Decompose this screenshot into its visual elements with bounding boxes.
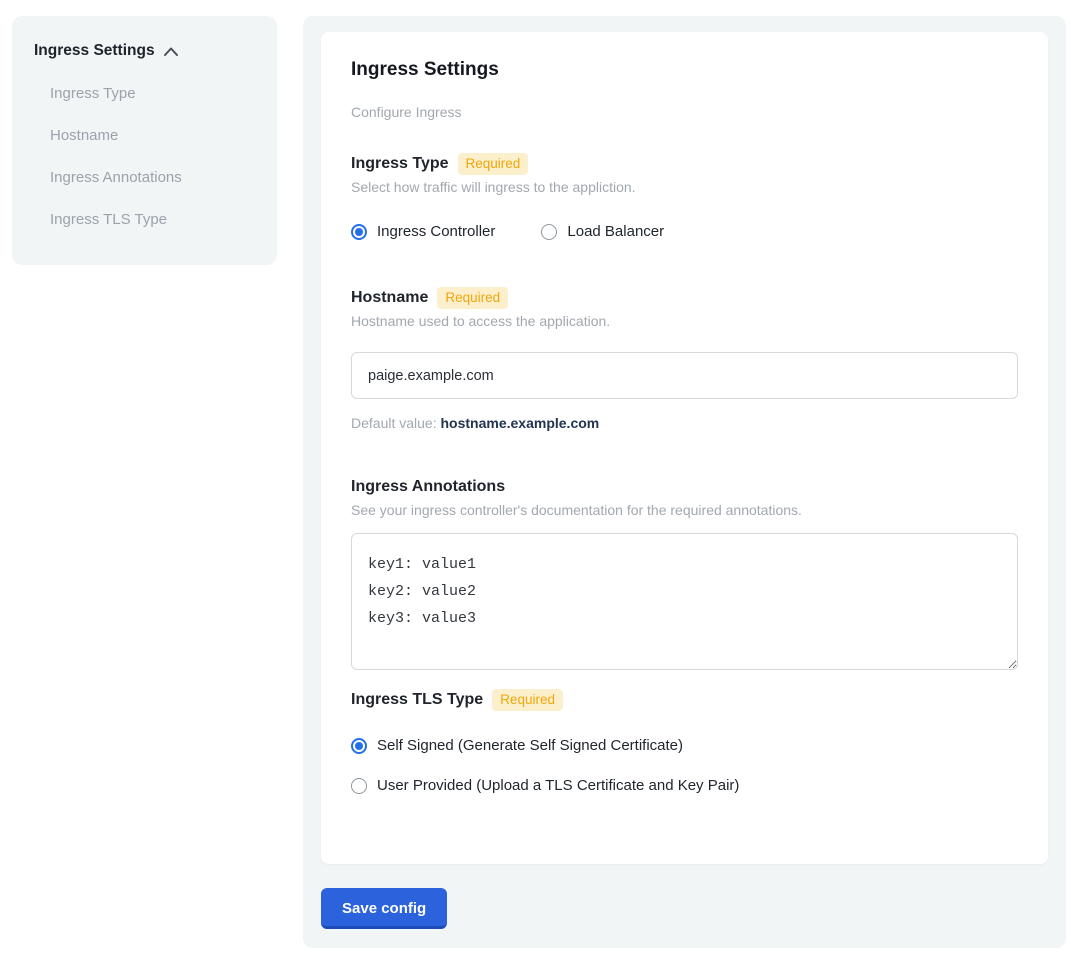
card-subtitle: Configure Ingress <box>351 104 1018 121</box>
ingress-type-label: Ingress Type <box>351 155 449 173</box>
chevron-up-icon <box>164 46 178 56</box>
default-value-label: Default value: <box>351 415 441 431</box>
ingress-settings-card: Ingress Settings Configure Ingress Ingre… <box>321 32 1048 864</box>
ingress-annotations-label: Ingress Annotations <box>351 478 505 496</box>
radio-selected-icon <box>351 738 367 754</box>
ingress-annotations-textarea[interactable]: key1: value1 key2: value2 key3: value3 <box>351 533 1018 670</box>
radio-unselected-icon <box>541 224 557 240</box>
hostname-section: Hostname Required Hostname used to acces… <box>351 287 1018 432</box>
sidebar-section-ingress-settings[interactable]: Ingress Settings <box>34 42 253 60</box>
radio-user-provided[interactable]: User Provided (Upload a TLS Certificate … <box>351 777 739 795</box>
save-config-button[interactable]: Save config <box>321 888 447 929</box>
radio-unselected-icon <box>351 778 367 794</box>
ingress-type-radio-group: Ingress Controller Load Balancer <box>351 223 1018 241</box>
required-badge: Required <box>492 689 563 711</box>
ingress-type-description: Select how traffic will ingress to the a… <box>351 179 1018 196</box>
card-title: Ingress Settings <box>351 58 1018 82</box>
radio-load-balancer[interactable]: Load Balancer <box>541 223 664 241</box>
sidebar-item-ingress-type[interactable]: Ingress Type <box>50 86 253 102</box>
sidebar-item-hostname[interactable]: Hostname <box>50 128 253 144</box>
radio-selected-icon <box>351 224 367 240</box>
sidebar-item-ingress-annotations[interactable]: Ingress Annotations <box>50 170 253 186</box>
hostname-label: Hostname <box>351 289 428 307</box>
required-badge: Required <box>437 287 508 309</box>
ingress-tls-type-label: Ingress TLS Type <box>351 691 483 709</box>
ingress-type-section: Ingress Type Required Select how traffic… <box>351 153 1018 241</box>
hostname-input[interactable] <box>351 352 1018 399</box>
tls-radio-group-row2: User Provided (Upload a TLS Certificate … <box>351 777 1018 795</box>
ingress-annotations-section: Ingress Annotations See your ingress con… <box>351 476 1018 670</box>
sidebar-item-ingress-tls-type[interactable]: Ingress TLS Type <box>50 212 253 228</box>
ingress-settings-panel: Ingress Settings Configure Ingress Ingre… <box>303 16 1066 948</box>
sidebar-item-list: Ingress Type Hostname Ingress Annotation… <box>34 86 253 228</box>
radio-self-signed[interactable]: Self Signed (Generate Self Signed Certif… <box>351 737 683 755</box>
settings-sidebar: Ingress Settings Ingress Type Hostname I… <box>12 16 277 265</box>
default-value-text: hostname.example.com <box>441 415 600 431</box>
sidebar-section-title: Ingress Settings <box>34 42 155 60</box>
radio-ingress-controller[interactable]: Ingress Controller <box>351 223 495 241</box>
tls-radio-group: Self Signed (Generate Self Signed Certif… <box>351 737 1018 755</box>
radio-label: Load Balancer <box>567 223 664 241</box>
hostname-default-line: Default value: hostname.example.com <box>351 415 1018 432</box>
radio-label: Self Signed (Generate Self Signed Certif… <box>377 737 683 755</box>
radio-label: Ingress Controller <box>377 223 495 241</box>
ingress-tls-type-section: Ingress TLS Type Required Self Signed (G… <box>351 689 1018 795</box>
required-badge: Required <box>458 153 529 175</box>
ingress-annotations-description: See your ingress controller's documentat… <box>351 502 1018 519</box>
radio-label: User Provided (Upload a TLS Certificate … <box>377 777 739 795</box>
hostname-description: Hostname used to access the application. <box>351 313 1018 330</box>
